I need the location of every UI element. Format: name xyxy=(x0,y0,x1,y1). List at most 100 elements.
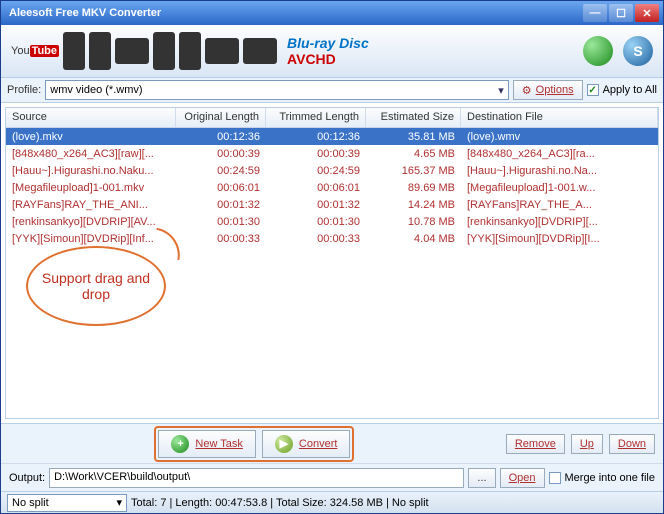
titlebar: Aleesoft Free MKV Converter — ☐ ✕ xyxy=(1,1,663,25)
cell-df: [YYK][Simoun][DVDRip][I... xyxy=(461,232,658,246)
cell-src: (love).mkv xyxy=(6,130,176,144)
open-button[interactable]: Open xyxy=(500,468,545,488)
window-title: Aleesoft Free MKV Converter xyxy=(5,7,581,19)
cell-es: 35.81 MB xyxy=(366,130,461,144)
maximize-button[interactable]: ☐ xyxy=(609,4,633,22)
split-select[interactable]: No split ▾ xyxy=(7,494,127,512)
banner: YouTube Blu-ray Disc AVCHD S xyxy=(1,25,663,77)
cell-src: [RAYFans]RAY_THE_ANI... xyxy=(6,198,176,212)
avchd-logo: AVCHD xyxy=(287,51,369,67)
cell-ol: 00:12:36 xyxy=(176,130,266,144)
table-row[interactable]: [RAYFans]RAY_THE_ANI...00:01:3200:01:321… xyxy=(6,196,658,213)
table-row[interactable]: [YYK][Simoun][DVDRip][Inf...00:00:3300:0… xyxy=(6,230,658,247)
table-row[interactable]: [renkinsankyo][DVDRIP][AV...00:01:3000:0… xyxy=(6,213,658,230)
device-icon xyxy=(243,38,277,64)
merge-label: Merge into one file xyxy=(565,472,656,484)
table-body[interactable]: (love).mkv00:12:3600:12:3635.81 MB(love)… xyxy=(6,128,658,418)
cell-ol: 00:00:33 xyxy=(176,232,266,246)
device-icon xyxy=(115,38,149,64)
remove-button[interactable]: Remove xyxy=(506,434,565,454)
device-icon xyxy=(205,38,239,64)
cell-tl: 00:00:39 xyxy=(266,147,366,161)
cell-tl: 00:12:36 xyxy=(266,130,366,144)
file-table: Source Original Length Trimmed Length Es… xyxy=(5,107,659,419)
apply-all-checkbox[interactable]: ✓ xyxy=(587,84,599,96)
drag-drop-callout: Support drag and drop xyxy=(26,246,166,326)
profile-bar: Profile: wmv video (*.wmv) ▾ ⚙ Options ✓… xyxy=(1,77,663,103)
cell-tl: 00:06:01 xyxy=(266,181,366,195)
minimize-button[interactable]: — xyxy=(583,4,607,22)
cell-df: (love).wmv xyxy=(461,130,658,144)
table-row[interactable]: [Hauu~].Higurashi.no.Naku...00:24:5900:2… xyxy=(6,162,658,179)
table-header: Source Original Length Trimmed Length Es… xyxy=(6,108,658,128)
cell-src: [YYK][Simoun][DVDRip][Inf... xyxy=(6,232,176,246)
settings-orb-icon[interactable]: S xyxy=(623,36,653,66)
cell-df: [Megafileupload]1-001.w... xyxy=(461,181,658,195)
cell-tl: 00:24:59 xyxy=(266,164,366,178)
action-bar: + New Task ▶ Convert Remove Up Down xyxy=(1,423,663,463)
cell-es: 89.69 MB xyxy=(366,181,461,195)
profile-value: wmv video (*.wmv) xyxy=(50,84,142,96)
new-task-button[interactable]: + New Task xyxy=(158,430,255,458)
cell-es: 4.04 MB xyxy=(366,232,461,246)
col-source[interactable]: Source xyxy=(6,108,176,127)
status-bar: No split ▾ Total: 7 | Length: 00:47:53.8… xyxy=(1,491,663,513)
col-estimated-size[interactable]: Estimated Size xyxy=(366,108,461,127)
cell-es: 14.24 MB xyxy=(366,198,461,212)
youtube-logo: YouTube xyxy=(11,45,59,57)
banner-devices: YouTube Blu-ray Disc AVCHD xyxy=(11,32,369,70)
apply-all-label: Apply to All xyxy=(603,84,657,96)
profile-select[interactable]: wmv video (*.wmv) ▾ xyxy=(45,80,509,100)
col-trimmed-length[interactable]: Trimmed Length xyxy=(266,108,366,127)
cell-src: [renkinsankyo][DVDRIP][AV... xyxy=(6,215,176,229)
cell-df: [renkinsankyo][DVDRIP][... xyxy=(461,215,658,229)
cell-tl: 00:01:30 xyxy=(266,215,366,229)
table-row[interactable]: [Megafileupload]1-001.mkv00:06:0100:06:0… xyxy=(6,179,658,196)
app-window: Aleesoft Free MKV Converter — ☐ ✕ YouTub… xyxy=(0,0,664,514)
cell-es: 165.37 MB xyxy=(366,164,461,178)
options-button[interactable]: ⚙ Options xyxy=(513,80,583,100)
cell-ol: 00:24:59 xyxy=(176,164,266,178)
cell-src: [Hauu~].Higurashi.no.Naku... xyxy=(6,164,176,178)
device-icon xyxy=(153,32,175,70)
cell-ol: 00:00:39 xyxy=(176,147,266,161)
add-icon: + xyxy=(171,435,189,453)
table-row[interactable]: (love).mkv00:12:3600:12:3635.81 MB(love)… xyxy=(6,128,658,145)
cell-df: [848x480_x264_AC3][ra... xyxy=(461,147,658,161)
download-icon[interactable] xyxy=(583,36,613,66)
merge-checkbox[interactable] xyxy=(549,472,561,484)
device-icon xyxy=(89,32,111,70)
browse-button[interactable]: ... xyxy=(468,468,495,488)
down-button[interactable]: Down xyxy=(609,434,655,454)
device-icon xyxy=(63,32,85,70)
cell-src: [Megafileupload]1-001.mkv xyxy=(6,181,176,195)
cell-df: [Hauu~].Higurashi.no.Na... xyxy=(461,164,658,178)
highlight-box: + New Task ▶ Convert xyxy=(154,426,354,462)
cell-ol: 00:06:01 xyxy=(176,181,266,195)
close-button[interactable]: ✕ xyxy=(635,4,659,22)
options-icon: ⚙ xyxy=(522,84,532,97)
status-summary: Total: 7 | Length: 00:47:53.8 | Total Si… xyxy=(131,497,429,509)
device-icon xyxy=(179,32,201,70)
profile-label: Profile: xyxy=(7,84,41,96)
convert-button[interactable]: ▶ Convert xyxy=(262,430,351,458)
cell-tl: 00:00:33 xyxy=(266,232,366,246)
play-icon: ▶ xyxy=(275,435,293,453)
output-label: Output: xyxy=(9,472,45,484)
cell-tl: 00:01:32 xyxy=(266,198,366,212)
output-bar: Output: D:\Work\VCER\build\output\ ... O… xyxy=(1,463,663,491)
cell-es: 10.78 MB xyxy=(366,215,461,229)
up-button[interactable]: Up xyxy=(571,434,603,454)
cell-ol: 00:01:32 xyxy=(176,198,266,212)
output-path-field[interactable]: D:\Work\VCER\build\output\ xyxy=(49,468,464,488)
cell-df: [RAYFans]RAY_THE_A... xyxy=(461,198,658,212)
cell-src: [848x480_x264_AC3][raw][... xyxy=(6,147,176,161)
cell-ol: 00:01:30 xyxy=(176,215,266,229)
bluray-logo: Blu-ray Disc xyxy=(287,35,369,51)
chevron-down-icon: ▾ xyxy=(498,84,504,97)
cell-es: 4.65 MB xyxy=(366,147,461,161)
chevron-down-icon: ▾ xyxy=(116,496,122,509)
col-original-length[interactable]: Original Length xyxy=(176,108,266,127)
table-row[interactable]: [848x480_x264_AC3][raw][...00:00:3900:00… xyxy=(6,145,658,162)
col-destination[interactable]: Destination File xyxy=(461,108,658,127)
